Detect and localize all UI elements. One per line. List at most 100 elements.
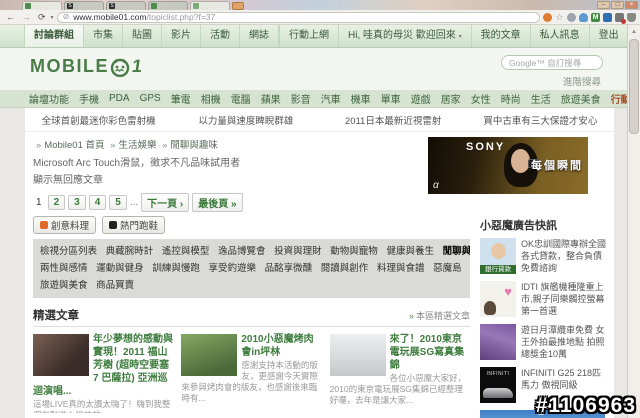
forum-link[interactable]: 商品買賣 [96,280,134,291]
forum-link[interactable]: 享受釣遊樂 [208,263,256,274]
forum-link[interactable]: 檢視分區列表 [40,246,97,257]
browser-tab[interactable]: S [64,1,104,10]
forum-link[interactable]: 典藏腕時計 [106,246,154,257]
page-link[interactable]: 2 [47,195,66,210]
forum-link[interactable]: 閱讀與創作 [321,263,369,274]
forum-link[interactable]: 品酩享微醺 [265,263,313,274]
address-bar[interactable]: ⊘ www.mobile01.com/topiclist.php?f=37 [56,11,540,23]
promo-link[interactable]: 買中古車有三大保證才安心 [467,113,614,127]
cloud-extension-icon[interactable] [579,12,588,22]
close-button[interactable]: × [625,1,638,9]
restore-button[interactable]: □ [611,1,624,9]
nav-item-blog[interactable]: 網誌 [240,25,279,47]
forum-link[interactable]: 訓練與慢跑 [152,263,200,274]
breadcrumb-category[interactable]: 生活娛樂 [118,140,156,151]
forum-link[interactable]: 兩性與感情 [40,263,88,274]
app-extension-icon[interactable] [603,12,612,22]
browser-tab[interactable]: S [106,1,146,10]
catnav-item[interactable]: 電腦 [226,91,256,106]
nav-item-logout[interactable]: 登出 [590,25,627,47]
catnav-item[interactable]: 時尚 [496,91,526,106]
promo-thread-link[interactable]: Microsoft Arc Touch滑鼠，徵求不凡品味試用者 [33,154,428,169]
catnav-item-mobile-value[interactable]: 行動加值 [606,91,627,106]
mail-extension-icon[interactable]: M [591,12,600,22]
nav-item-photos[interactable]: 貼圖 [123,25,162,47]
article-card[interactable]: 年少夢想的感動與實現！2011 福山芳樹 (超時空要塞7 巴薩拉) 亞洲巡迴演唱… [33,333,173,413]
new-tab-button[interactable] [232,2,244,10]
user-greeting-menu[interactable]: Hi, 哇真的母災 歡迎回來 ▾ [339,25,472,47]
catnav-item[interactable]: PDA [104,93,135,104]
nav-item-events[interactable]: 活動 [201,25,240,47]
article-card[interactable]: 2010小惡魔烤肉會in坪林 感謝支持本活動的版友，更感謝今天實際來參與烤肉會的… [181,333,321,413]
page-scrollbar[interactable]: ▲ ▼ [627,25,640,418]
page-info-icon[interactable]: ⊘ [63,13,70,22]
page-link[interactable]: 4 [88,195,107,210]
promo-link[interactable]: 2011日本最新近視雷射 [320,113,467,127]
page-link[interactable]: 5 [109,195,127,210]
scroll-up-arrow-icon[interactable]: ▲ [628,26,640,38]
sidebar-ad[interactable]: ♥ IDTI 旗艦機種隆重上市,親子同樂觸控螢幕第一首選 [480,281,606,318]
catnav-item[interactable]: 論壇功能 [24,91,74,106]
nav-item-forums[interactable]: 討論群組 [24,25,84,47]
advanced-search-link[interactable]: 進階搜尋 [563,74,601,88]
browser-tab-active[interactable] [190,1,230,10]
breadcrumb-home[interactable]: Mobile01 首頁 [44,140,104,151]
nav-item-private-messages[interactable]: 私人訊息 [531,25,590,47]
forum-link[interactable]: 逸品博覽會 [218,246,266,257]
nav-item-my-articles[interactable]: 我的文章 [472,25,531,47]
forum-link[interactable]: 惡魔島 [433,263,462,274]
nav-item-market[interactable]: 市集 [84,25,123,47]
creative-cooking-button[interactable]: 創意料理 [33,216,97,234]
sidebar-ad[interactable]: 遊日月潭纜車免費 女王外拍最推地點 拍照總獎金10萬 [480,324,606,361]
nav-item-videos[interactable]: 影片 [162,25,201,47]
extension-icon[interactable] [543,12,552,22]
catnav-item[interactable]: 機車 [346,91,376,106]
catnav-item[interactable]: 生活 [526,91,556,106]
article-title[interactable]: 來了！2010東京電玩展SG寫真集錦 [390,334,464,371]
settings-wrench-icon[interactable] [627,12,636,22]
reload-icon[interactable]: ⟳ [36,11,48,23]
article-title[interactable]: 2010小惡魔烤肉會in坪林 [241,334,313,358]
page-link[interactable]: 3 [68,195,86,210]
nav-item-mobile[interactable]: 行動上網 [279,25,339,47]
breadcrumb-board[interactable]: 閒聊與趣味 [170,140,218,151]
forum-link[interactable]: 料理與食譜 [377,263,425,274]
minimize-button[interactable]: – [597,1,610,9]
forward-icon[interactable]: → [20,11,33,23]
catnav-item[interactable]: 居家 [436,91,466,106]
last-page-button[interactable]: 最後頁 » [192,193,243,212]
next-page-button[interactable]: 下一頁 › [141,193,190,212]
forum-link[interactable]: 旅遊與美食 [40,280,88,291]
catnav-item[interactable]: 手機 [74,91,104,106]
reload-dropdown-icon[interactable]: ▾ [51,14,54,21]
forum-link[interactable]: 遙控與模型 [162,246,210,257]
bookmark-star-icon[interactable]: ☆ [555,12,564,22]
catnav-item[interactable]: 遊戲 [406,91,436,106]
sony-banner-ad[interactable]: SONY 每個瞬間 α [428,137,588,194]
mobile01-logo[interactable]: MOBILE 1 [30,56,143,77]
catnav-item[interactable]: 旅遊美食 [556,91,606,106]
notification-extension-icon[interactable] [615,12,626,24]
featured-more-link[interactable]: » 本區精選文章 [409,309,470,322]
catnav-item[interactable]: 相機 [196,91,226,106]
article-card[interactable]: 來了！2010東京電玩展SG寫真集錦 各位小惡魔大家好，2010的東京電玩展SG… [329,333,470,413]
forum-link[interactable]: 投資與理財 [274,246,322,257]
promo-link[interactable]: 全球首創最迷你彩色雷射機 [25,113,172,127]
promo-link[interactable]: 以力量與速度睥睨群雄 [172,113,319,127]
catnav-item[interactable]: 蘋果 [256,91,286,106]
back-icon[interactable]: ← [4,11,17,23]
globe-extension-icon[interactable] [567,12,576,22]
browser-tab[interactable] [22,1,62,10]
show-unanswered-link[interactable]: 顯示無回應文章 [33,171,428,186]
sidebar-ad[interactable]: 銀行貸款 OK忠訓國際專辦全國各式貸款，整合負債免費諮詢 [480,238,606,275]
forum-link[interactable]: 動物與寵物 [330,246,378,257]
catnav-item[interactable]: 汽車 [316,91,346,106]
catnav-item[interactable]: 女性 [466,91,496,106]
forum-link-current[interactable]: 閒聊與趣味 [443,246,470,257]
scrollbar-thumb[interactable] [629,39,639,134]
google-search-input[interactable] [501,55,603,70]
forum-link[interactable]: 健康與養生 [386,246,434,257]
catnav-item[interactable]: 筆電 [166,91,196,106]
catnav-item[interactable]: 影音 [286,91,316,106]
browser-tab[interactable] [148,1,188,10]
